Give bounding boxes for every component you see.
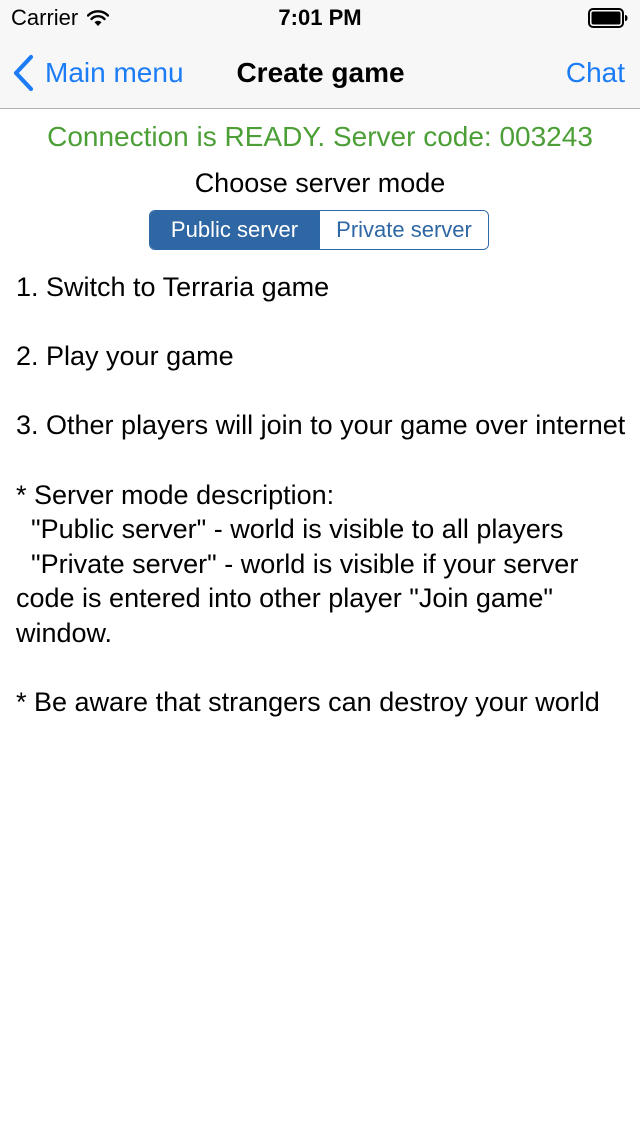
page-title: Create game [236, 57, 405, 88]
public-server-segment[interactable]: Public server [150, 211, 319, 249]
instruction-step-3: 3. Other players will join to your game … [16, 410, 626, 441]
private-server-segment[interactable]: Private server [319, 211, 488, 249]
instructions-text: 1. Switch to Terraria game 2. Play your … [16, 270, 628, 720]
server-mode-segmented-control: Public server Private server [149, 210, 489, 250]
back-button[interactable]: Main menu [12, 54, 184, 92]
chevron-left-icon [13, 54, 34, 92]
private-server-description: "Private server" - world is visible if y… [16, 548, 586, 648]
chat-button[interactable]: Chat [566, 55, 625, 91]
mode-description-title: * Server mode description: [16, 479, 335, 510]
instruction-step-1: 1. Switch to Terraria game [16, 272, 330, 302]
public-server-description: "Public server" - world is visible to al… [16, 514, 564, 545]
battery-icon [588, 8, 628, 28]
server-mode-heading: Choose server mode [194, 168, 446, 198]
navigation-bar: Main menu Create game Chat [0, 40, 640, 109]
status-bar: Carrier 7:01 PM [0, 0, 640, 40]
back-button-label: Main menu [45, 57, 184, 88]
instruction-step-2: 2. Play your game [16, 341, 234, 372]
connection-status: Connection is READY. Server code: 003243 [47, 121, 593, 152]
stranger-warning: * Be aware that strangers can destroy yo… [16, 687, 600, 718]
status-time: 7:01 PM [278, 5, 362, 30]
